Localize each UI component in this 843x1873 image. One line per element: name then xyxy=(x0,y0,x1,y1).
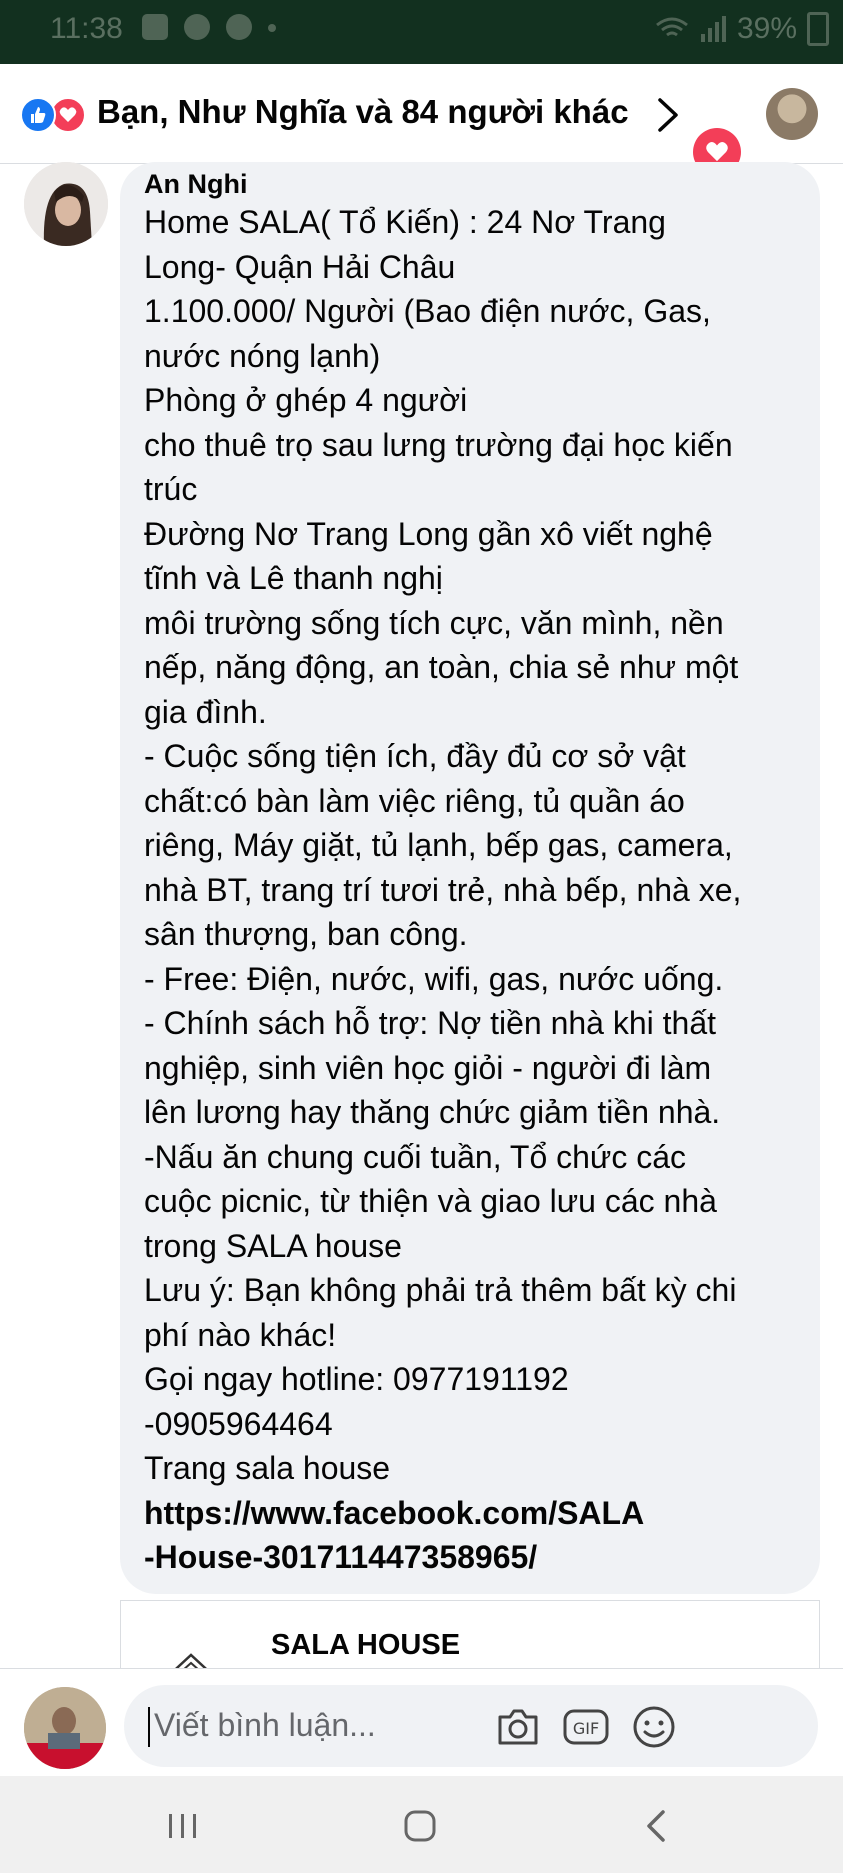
comment-line: - Free: Điện, nước, wifi, gas, nước uống… xyxy=(144,960,724,997)
notification-icons xyxy=(142,14,276,40)
comment-line: môi trường sống tích cực, văn mình, nền xyxy=(144,604,724,641)
back-icon[interactable] xyxy=(637,1806,677,1846)
app-icon xyxy=(226,14,252,40)
comment-body: Home SALA( Tổ Kiến) : 24 Nơ Trang Long- … xyxy=(144,200,796,1580)
comment-line: Home SALA( Tổ Kiến) : 24 Nơ Trang xyxy=(144,204,666,240)
comment-line: nếp, năng động, an toàn, chia sẻ như một xyxy=(144,649,739,685)
comment-line: lên lương hay thăng chức giảm tiền nhà. xyxy=(144,1094,721,1130)
home-icon[interactable] xyxy=(400,1806,440,1846)
android-nav-bar xyxy=(0,1776,843,1873)
comment-bubble: An Nghi Home SALA( Tổ Kiến) : 24 Nơ Tran… xyxy=(120,162,820,1594)
comment-link[interactable]: https://www.facebook.com/SALA xyxy=(144,1491,796,1536)
commenter-avatar[interactable] xyxy=(24,162,108,246)
comment-line: - Chính sách hỗ trợ: Nợ tiền nhà khi thấ… xyxy=(144,1005,717,1041)
comment-line: Phòng ở ghép 4 người xyxy=(144,382,468,418)
status-bar: 11:38 39% xyxy=(0,0,843,64)
comment-composer: Viết bình luận... GIF xyxy=(0,1668,843,1776)
link-preview-title[interactable]: SALA HOUSE xyxy=(271,1629,460,1662)
comment-placeholder: Viết bình luận... xyxy=(154,1707,376,1743)
text-cursor xyxy=(148,1707,150,1747)
camera-icon[interactable] xyxy=(494,1703,542,1751)
comment-line: nhà BT, trang trí tươi trẻ, nhà bếp, nhà… xyxy=(144,871,742,908)
status-time: 11:38 xyxy=(50,12,123,45)
comment-line: Lưu ý: Bạn không phải trả thêm bất kỳ ch… xyxy=(144,1272,737,1308)
comment-line: -0905964464 xyxy=(144,1405,333,1442)
comment-line: trong SALA house xyxy=(144,1227,402,1264)
user-avatar[interactable] xyxy=(766,88,818,140)
emoji-icon[interactable] xyxy=(630,1703,678,1751)
comment-line: nước nóng lạnh) xyxy=(144,337,381,374)
comment-line: Gọi ngay hotline: 0977191192 xyxy=(144,1361,569,1397)
comment-author[interactable]: An Nghi xyxy=(144,168,796,200)
comment-line: tĩnh và Lê thanh nghị xyxy=(144,560,443,596)
comment-line: Long- Quận Hải Châu xyxy=(144,248,456,285)
messenger-icon xyxy=(184,14,210,40)
my-avatar[interactable] xyxy=(24,1687,106,1769)
like-icon xyxy=(20,97,56,133)
comment-line: cuộc picnic, từ thiện và giao lưu các nh… xyxy=(144,1183,717,1219)
comment-line: chất:có bàn làm việc riêng, tủ quần áo xyxy=(144,782,685,819)
comment-link[interactable]: -House-301711447358965/ xyxy=(144,1535,796,1580)
svg-text:GIF: GIF xyxy=(573,1719,599,1738)
signal-icon xyxy=(700,16,726,42)
link-preview-card[interactable]: SALA HOUSE xyxy=(120,1600,820,1679)
comment-line: - Cuộc sống tiện ích, đầy đủ cơ sở vật xyxy=(144,738,686,774)
comment-line: gia đình. xyxy=(144,693,267,730)
reactions-header: Bạn, Như Nghĩa và 84 người khác xyxy=(0,64,843,176)
battery-percent: 39% xyxy=(736,12,797,45)
comment-line: Đường Nơ Trang Long gần xô viết nghệ xyxy=(144,515,713,552)
comment-line: riêng, Máy giặt, tủ lạnh, bếp gas, camer… xyxy=(144,827,733,863)
gallery-icon xyxy=(142,14,168,40)
more-dot-icon xyxy=(268,24,276,32)
comment-input[interactable]: Viết bình luận... GIF xyxy=(124,1685,818,1767)
wifi-icon xyxy=(656,17,688,37)
comment-line: sân thượng, ban công. xyxy=(144,916,468,952)
battery-icon xyxy=(807,12,829,46)
comment-line: Trang sala house xyxy=(144,1450,391,1486)
comment-line: cho thuê trọ sau lưng trường đại học kiế… xyxy=(144,426,733,463)
comment-line: nghiệp, sinh viên học giỏi - người đi là… xyxy=(144,1049,712,1086)
chevron-right-icon[interactable] xyxy=(650,96,684,134)
reactions-summary[interactable]: Bạn, Như Nghĩa và 84 người khác xyxy=(97,93,629,131)
comment-line: -Nấu ăn chung cuối tuần, Tổ chức các xyxy=(144,1138,687,1175)
comment-line: trúc xyxy=(144,471,198,507)
recent-apps-icon[interactable] xyxy=(163,1806,203,1846)
system-status: 39% xyxy=(655,12,829,46)
comment-line: 1.100.000/ Người (Bao điện nước, Gas, xyxy=(144,293,711,329)
gif-icon[interactable]: GIF xyxy=(562,1703,610,1751)
comment-line: phí nào khác! xyxy=(144,1316,337,1353)
